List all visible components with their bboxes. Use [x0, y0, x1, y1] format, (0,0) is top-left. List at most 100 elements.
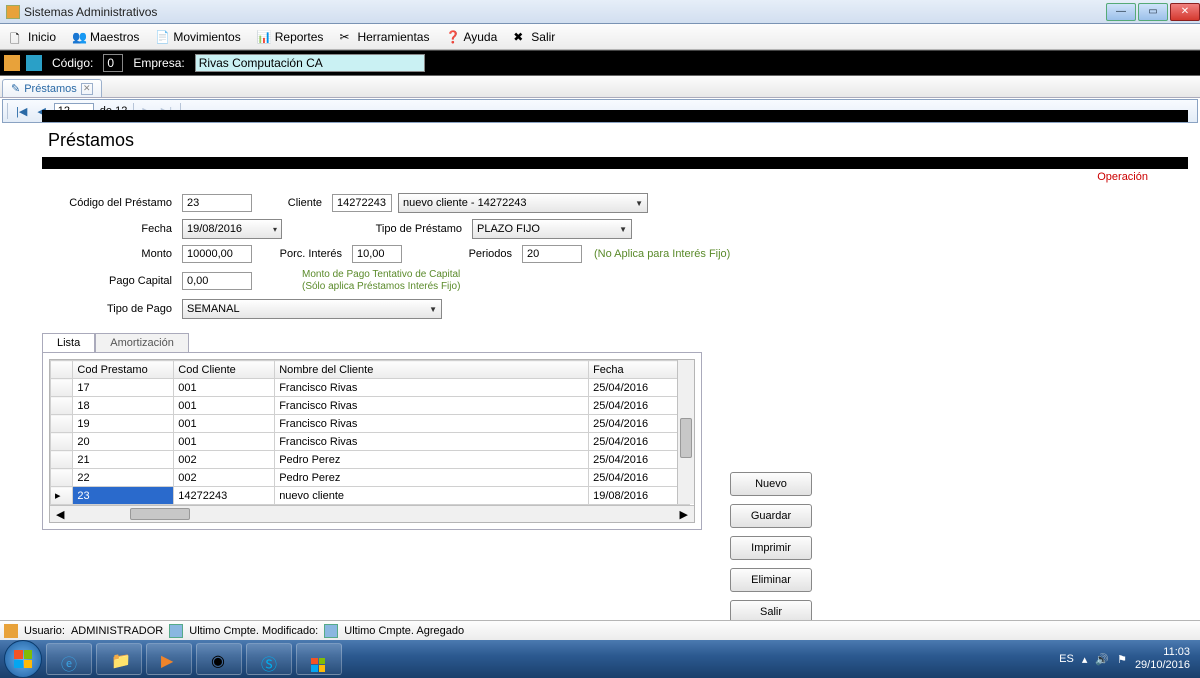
grid-hscroll[interactable]: ◀▶	[50, 505, 694, 522]
reports-icon: 📊	[257, 30, 271, 44]
label-cliente: Cliente	[252, 197, 332, 209]
table-row[interactable]: 18001Francisco Rivas25/04/2016	[51, 397, 690, 415]
chevron-down-icon: ▼	[635, 199, 643, 208]
close-button[interactable]: ✕	[1170, 3, 1200, 21]
skype-icon: Ⓢ	[261, 651, 277, 667]
codigo-label: Código:	[48, 55, 97, 71]
menu-reportes[interactable]: 📊Reportes	[251, 28, 330, 46]
chevron-down-icon: ▼	[619, 225, 627, 234]
input-codigo-prestamo[interactable]	[182, 194, 252, 212]
label-periodos: Periodos	[402, 248, 522, 260]
label-codigo-prestamo: Código del Préstamo	[42, 197, 182, 209]
taskbar-ie[interactable]: ⓔ	[46, 643, 92, 675]
windows-taskbar: ⓔ 📁 ▶ ◉ Ⓢ ES ▴ 🔊 ⚑ 11:03 29/10/2016	[0, 640, 1200, 678]
taskbar-skype[interactable]: Ⓢ	[246, 643, 292, 675]
input-porc-interes[interactable]	[352, 245, 402, 263]
table-row[interactable]: 19001Francisco Rivas25/04/2016	[51, 415, 690, 433]
tab-prestamos[interactable]: ✎ Préstamos ✕	[2, 79, 102, 97]
chevron-down-icon: ▾	[273, 225, 277, 234]
doc-icon	[169, 624, 183, 638]
empresa-input[interactable]	[195, 54, 425, 72]
label-pago-capital: Pago Capital	[42, 275, 182, 287]
menu-inicio[interactable]: 🗋Inicio	[4, 28, 62, 46]
chevron-down-icon: ▼	[429, 305, 437, 314]
menu-salir[interactable]: ✖Salir	[507, 28, 561, 46]
tray-flag-icon[interactable]: ⚑	[1117, 653, 1127, 666]
table-row[interactable]: 20001Francisco Rivas25/04/2016	[51, 433, 690, 451]
tray-lang[interactable]: ES	[1059, 653, 1074, 665]
empresa-label: Empresa:	[129, 55, 188, 71]
grid-vscroll[interactable]	[677, 360, 694, 504]
hint-pago-capital-1: Monto de Pago Tentativo de Capital	[302, 269, 460, 281]
content-area: Préstamos Operación Código del Préstamo …	[2, 100, 1198, 630]
tray-volume-icon[interactable]: 🔊	[1095, 653, 1109, 666]
chrome-icon: ◉	[211, 651, 227, 667]
help-icon: ❓	[445, 30, 459, 44]
select-tipo-prestamo[interactable]: PLAZO FIJO▼	[472, 219, 632, 239]
input-monto[interactable]	[182, 245, 252, 263]
doc-icon	[324, 624, 338, 638]
people-icon: 👥	[72, 30, 86, 44]
tray-show-hidden-icon[interactable]: ▴	[1082, 653, 1088, 666]
prestamos-grid[interactable]: Cod PrestamoCod ClienteNombre del Client…	[49, 359, 695, 523]
media-icon: ▶	[161, 651, 177, 667]
start-button[interactable]	[4, 640, 42, 678]
user-icon	[4, 624, 18, 638]
ultimo-mod-label: Ultimo Cmpte. Modificado:	[189, 625, 318, 637]
ultimo-agr-label: Ultimo Cmpte. Agregado	[344, 625, 464, 637]
usuario-label: Usuario:	[24, 625, 65, 637]
tray-clock[interactable]: 11:03 29/10/2016	[1135, 646, 1190, 672]
divider-top	[42, 110, 1188, 122]
home-icon: 🗋	[10, 30, 24, 44]
guardar-button[interactable]: Guardar	[730, 504, 812, 528]
eliminar-button[interactable]: Eliminar	[730, 568, 812, 592]
input-pago-capital[interactable]	[182, 272, 252, 290]
taskbar-explorer[interactable]: 📁	[96, 643, 142, 675]
status-bar: Usuario: ADMINISTRADOR Ultimo Cmpte. Mod…	[0, 620, 1200, 640]
select-tipo-pago[interactable]: SEMANAL▼	[182, 299, 442, 319]
menu-herramientas[interactable]: ✂Herramientas	[333, 28, 435, 46]
table-row[interactable]: ▸2314272243nuevo cliente19/08/2016	[51, 487, 690, 505]
nuevo-button[interactable]: Nuevo	[730, 472, 812, 496]
folder-icon: 📁	[111, 651, 127, 667]
label-tipo-pago: Tipo de Pago	[42, 303, 182, 315]
operacion-label: Operación	[42, 169, 1188, 187]
input-cliente-id[interactable]	[332, 194, 392, 212]
movements-icon: 📄	[155, 30, 169, 44]
tab-close-icon[interactable]: ✕	[81, 83, 93, 95]
label-porc-interes: Porc. Interés	[252, 248, 352, 260]
inner-tab-amortizacion[interactable]: Amortización	[95, 333, 189, 352]
taskbar-media[interactable]: ▶	[146, 643, 192, 675]
table-row[interactable]: 22002Pedro Perez25/04/2016	[51, 469, 690, 487]
window-titlebar: Sistemas Administrativos — ▭ ✕	[0, 0, 1200, 24]
input-fecha[interactable]: 19/08/2016▾	[182, 219, 282, 239]
imprimir-button[interactable]: Imprimir	[730, 536, 812, 560]
input-periodos[interactable]	[522, 245, 582, 263]
divider-bottom	[42, 157, 1188, 169]
menu-movimientos[interactable]: 📄Movimientos	[149, 28, 246, 46]
label-tipo-prestamo: Tipo de Préstamo	[282, 223, 472, 235]
taskbar-app[interactable]	[296, 643, 342, 675]
hint-periodos: (No Aplica para Interés Fijo)	[594, 248, 730, 260]
table-row[interactable]: 17001Francisco Rivas25/04/2016	[51, 379, 690, 397]
minimize-button[interactable]: —	[1106, 3, 1136, 21]
codigo-input[interactable]	[103, 54, 123, 72]
menu-maestros[interactable]: 👥Maestros	[66, 28, 145, 46]
menu-ayuda[interactable]: ❓Ayuda	[439, 28, 503, 46]
hint-pago-capital-2: (Sólo aplica Préstamos Interés Fijo)	[302, 281, 460, 293]
maximize-button[interactable]: ▭	[1138, 3, 1168, 21]
table-row[interactable]: 21002Pedro Perez25/04/2016	[51, 451, 690, 469]
page-title: Préstamos	[42, 122, 1188, 157]
label-fecha: Fecha	[42, 223, 182, 235]
document-tabs: ✎ Préstamos ✕	[0, 76, 1200, 98]
lookup-icon[interactable]	[26, 55, 42, 71]
save-icon[interactable]	[4, 55, 20, 71]
app-icon	[6, 5, 20, 19]
usuario-value: ADMINISTRADOR	[71, 625, 163, 637]
taskbar-chrome[interactable]: ◉	[196, 643, 242, 675]
menu-bar: 🗋Inicio 👥Maestros 📄Movimientos 📊Reportes…	[0, 24, 1200, 50]
ie-icon: ⓔ	[61, 651, 77, 667]
window-title: Sistemas Administrativos	[24, 5, 157, 19]
select-cliente[interactable]: nuevo cliente - 14272243▼	[398, 193, 648, 213]
inner-tab-lista[interactable]: Lista	[42, 333, 95, 352]
